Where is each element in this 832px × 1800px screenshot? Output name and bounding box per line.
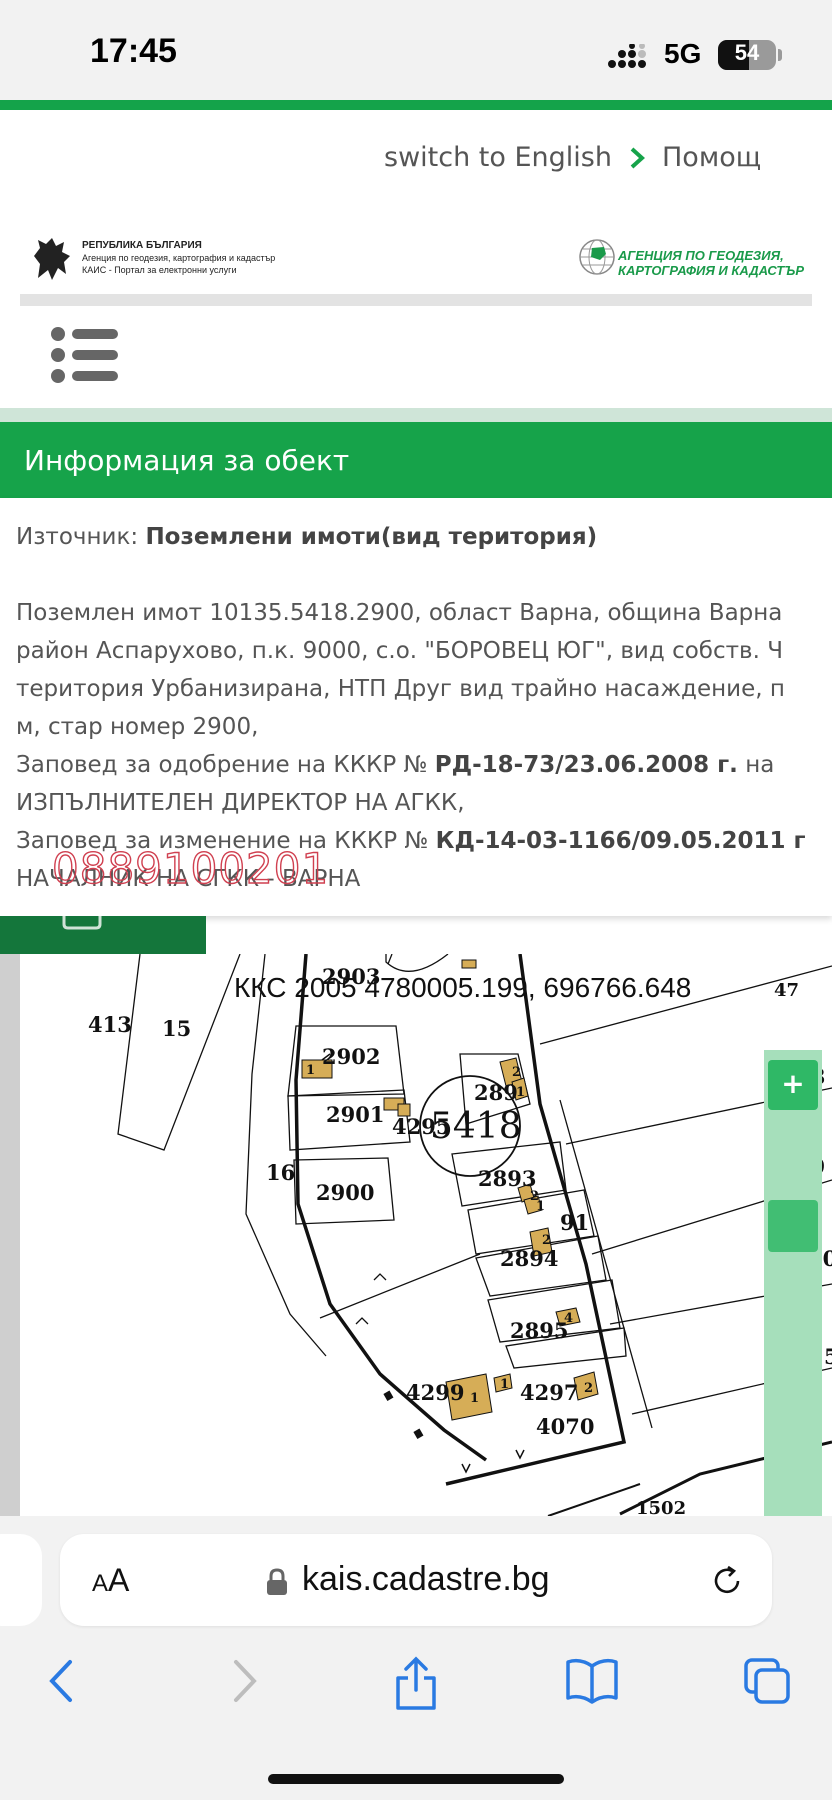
parcel-label: 2894	[500, 1246, 558, 1271]
logo-left-line1: РЕПУБЛИКА БЪЛГАРИЯ	[82, 240, 202, 251]
info-line: район Аспарухово, п.к. 9000, с.о. "БОРОВ…	[16, 638, 783, 664]
order-approval-authority: ИЗПЪЛНИТЕЛЕН ДИРЕКТОР НА АГКК,	[16, 790, 465, 816]
globe-icon	[579, 239, 615, 275]
info-panel-title: Информация за обект	[24, 444, 350, 477]
agency-logo[interactable]: АГЕНЦИЯ ПО ГЕОДЕЗИЯ, КАРТОГРАФИЯ И КАДАС…	[578, 236, 808, 284]
url-text: kais.cadastre.bg	[302, 1560, 550, 1598]
zoom-slider-handle[interactable]	[768, 1200, 818, 1252]
building-number: 1	[306, 1063, 315, 1078]
cadastral-zone-label: 5418	[430, 1106, 522, 1147]
info-line: м, стар номер 2900,	[16, 714, 259, 740]
share-icon[interactable]	[392, 1656, 440, 1710]
header-divider	[20, 294, 812, 306]
tab-handle-icon	[62, 916, 102, 930]
parcel-label: 5	[824, 1344, 832, 1369]
status-bar: 17:45 5G 54	[0, 0, 832, 100]
previous-tab-card[interactable]	[0, 1534, 42, 1626]
parcel-label: 15	[162, 1016, 191, 1041]
parcel-label: 2895	[510, 1318, 568, 1343]
source-line: Източник: Поземлени имоти(вид територия)	[16, 524, 597, 550]
menu-divider	[0, 408, 832, 422]
agency-logo-text: АГЕНЦИЯ ПО ГЕОДЕЗИЯ, КАРТОГРАФИЯ И КАДАС…	[618, 248, 804, 278]
parcel-label: 2901	[326, 1102, 384, 1127]
parcel-label: 2902	[322, 1044, 380, 1069]
parcel-label: 413	[88, 1012, 132, 1037]
lion-emblem-icon	[34, 238, 70, 280]
address-bar[interactable]: AA kais.cadastre.bg	[60, 1534, 772, 1626]
lock-icon	[267, 1568, 287, 1595]
battery-icon: 54	[718, 40, 776, 70]
map-canvas[interactable]: 2903 47 413 15 2902 28 2901 4295 289 49 …	[0, 954, 832, 1516]
order-approval-prefix: Заповед за одобрение на КККР №	[16, 752, 435, 778]
order-approval-number: РД-18-73/23.06.2008 г.	[434, 752, 738, 778]
parcel-label: 1502	[636, 1498, 686, 1516]
panel-tab[interactable]	[0, 916, 206, 954]
forward-icon[interactable]	[226, 1656, 262, 1706]
order-change-number: КД-14-03-1166/09.05.2011 г	[435, 828, 806, 854]
parcel-label: 47	[774, 980, 799, 1001]
aa-small: A	[92, 1570, 109, 1597]
network-type: 5G	[664, 38, 702, 69]
map-coordinates: ККС 2005 4780005.199, 696766.648	[234, 972, 692, 1003]
aa-large: A	[108, 1562, 130, 1598]
list-menu-icon[interactable]	[50, 326, 120, 384]
cadastral-map[interactable]: 2903 47 413 15 2902 28 2901 4295 289 49 …	[0, 954, 832, 1516]
help-link[interactable]: Помощ	[662, 142, 761, 173]
building-number: 2	[512, 1065, 521, 1080]
source-value: Поземлени имоти(вид територия)	[145, 524, 598, 550]
building-number: 1	[500, 1377, 509, 1392]
parcel-label: 91	[560, 1210, 589, 1235]
parcel-label: 2893	[478, 1166, 536, 1191]
status-time: 17:45	[90, 32, 177, 70]
republic-logo[interactable]: РЕПУБЛИКА БЪЛГАРИЯ Агенция по геодезия, …	[30, 234, 290, 290]
tabs-icon[interactable]	[742, 1656, 792, 1706]
signal-icon	[608, 44, 646, 68]
parcel-label: 4070	[536, 1414, 594, 1439]
zoom-slider[interactable]: +	[764, 1050, 822, 1516]
browser-toolbar: AA kais.cadastre.bg	[0, 1516, 832, 1800]
logo-left-line3: КАИС - Портал за електронни услуги	[82, 265, 237, 275]
building-number: 1	[516, 1085, 525, 1100]
parcel-label: 4297	[520, 1380, 578, 1405]
republic-logo-text: РЕПУБЛИКА БЪЛГАРИЯ Агенция по геодезия, …	[82, 240, 275, 276]
building-number: 4	[564, 1311, 573, 1326]
reload-icon[interactable]	[710, 1564, 744, 1598]
zoom-in-button[interactable]: +	[768, 1060, 818, 1110]
reader-settings-button[interactable]: AA	[92, 1562, 129, 1599]
info-line: територия Урбанизирана, НТП Друг вид тра…	[16, 676, 785, 702]
building-number: 2	[584, 1381, 593, 1396]
phone-watermark: 0889100201	[51, 843, 330, 893]
parcel-label: 4299	[406, 1380, 464, 1405]
info-line: Поземлен имот 10135.5418.2900, област Ва…	[16, 600, 783, 626]
order-approval-suffix: на	[737, 752, 775, 778]
source-label: Източник:	[16, 524, 146, 550]
chevron-right-icon	[630, 147, 645, 169]
switch-language-link[interactable]: switch to English	[384, 142, 612, 173]
parcel-label: 289	[474, 1080, 518, 1105]
building-number: 2	[542, 1233, 551, 1248]
building-number: 1	[536, 1199, 545, 1214]
parcel-label: 16	[266, 1160, 295, 1185]
top-accent-line	[0, 100, 832, 110]
home-indicator	[268, 1774, 564, 1784]
info-panel-header: Информация за обект	[0, 422, 832, 498]
logo-right-line1: АГЕНЦИЯ ПО ГЕОДЕЗИЯ,	[618, 248, 784, 263]
battery-tip	[778, 49, 782, 61]
battery-level: 54	[734, 40, 760, 65]
logo-right-line2: КАРТОГРАФИЯ И КАДАСТЪР	[618, 263, 804, 278]
building-number: 1	[470, 1391, 479, 1406]
back-icon[interactable]	[44, 1656, 80, 1706]
parcel-label: 2900	[316, 1180, 374, 1205]
order-approval-line: Заповед за одобрение на КККР № РД-18-73/…	[16, 752, 774, 778]
bookmarks-icon[interactable]	[564, 1656, 620, 1706]
logo-left-line2: Агенция по геодезия, картография и кадас…	[82, 253, 276, 263]
